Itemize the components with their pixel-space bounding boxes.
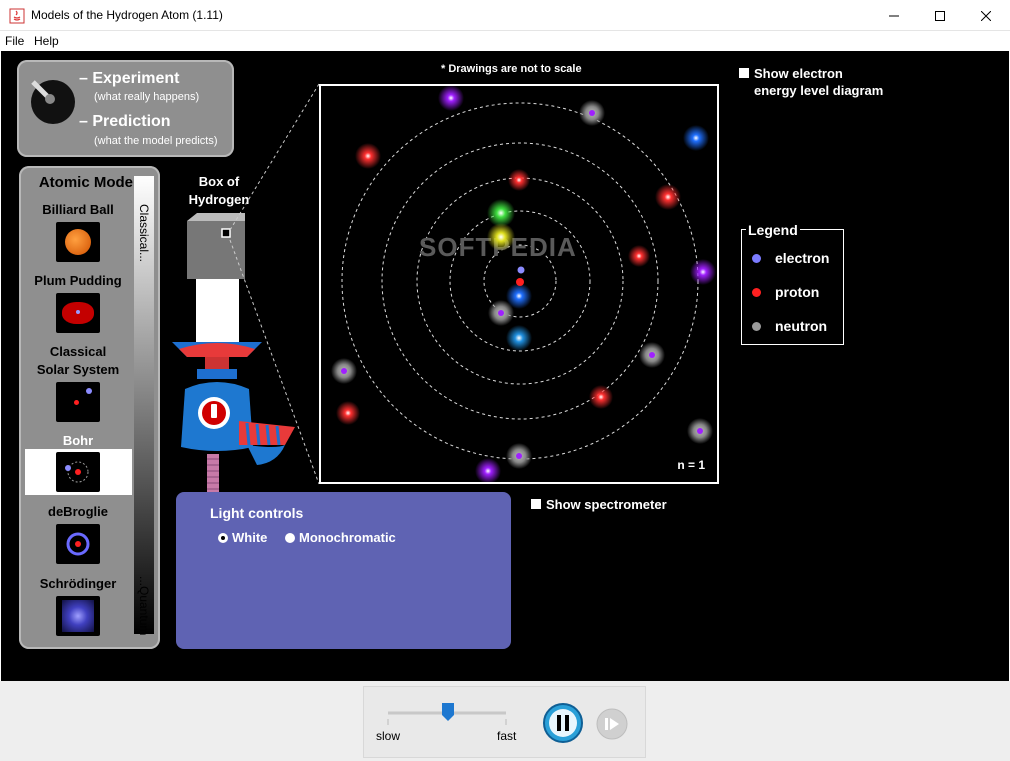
scale-note: * Drawings are not to scale: [441, 63, 582, 75]
speed-slider[interactable]: [382, 699, 512, 729]
minimize-icon: [889, 15, 899, 16]
white-light-radio[interactable]: White: [218, 530, 267, 545]
white-radio-dot[interactable]: [218, 532, 228, 543]
step-button[interactable]: [595, 707, 629, 741]
maximize-icon: [935, 10, 945, 21]
legend-title: Legend: [746, 222, 800, 238]
java-app-icon: [9, 8, 25, 24]
atom-view: SOFTPEDIA: [319, 84, 719, 484]
orbit-level-label: n = 1: [677, 458, 705, 472]
speed-slider-thumb[interactable]: [442, 703, 454, 721]
legend-proton: proton: [752, 284, 819, 300]
spectrometer-checkbox[interactable]: [531, 499, 541, 509]
legend-neutron: neutron: [752, 318, 827, 334]
legend-electron: electron: [752, 250, 829, 266]
close-button[interactable]: [963, 0, 1009, 31]
pause-icon: [557, 715, 561, 731]
energy-diagram-toggle[interactable]: Show electron energy level diagram: [739, 65, 883, 99]
pause-button[interactable]: [542, 702, 584, 744]
light-controls-panel: Light controls White Monochromatic: [176, 492, 511, 649]
spectrometer-toggle[interactable]: Show spectrometer: [531, 496, 667, 513]
proton-swatch-icon: [752, 287, 761, 297]
clock-controls-panel: slow fast: [363, 686, 646, 758]
step-icon: [605, 718, 608, 730]
electron-swatch-icon: [752, 253, 761, 263]
monochromatic-light-radio[interactable]: Monochromatic: [285, 530, 396, 545]
menu-bar: File Help: [0, 31, 1010, 51]
simulation-canvas: – Experiment (what really happens) – Pre…: [1, 51, 1009, 681]
electron: [517, 266, 525, 274]
energy-diagram-checkbox[interactable]: [739, 68, 749, 78]
legend: Legend electron proton neutron: [741, 222, 844, 345]
close-icon: [981, 10, 991, 21]
minimize-button[interactable]: [871, 0, 917, 31]
speed-slow-label: slow: [376, 729, 401, 743]
window-title: Models of the Hydrogen Atom (1.11): [31, 8, 223, 22]
energy-diagram-label: Show electron energy level diagram: [754, 66, 884, 98]
proton: [516, 278, 524, 286]
neutron-swatch-icon: [752, 321, 761, 331]
speed-fast-label: fast: [497, 729, 517, 743]
light-controls-title: Light controls: [210, 505, 304, 521]
title-bar: Models of the Hydrogen Atom (1.11): [0, 0, 1010, 31]
menu-help[interactable]: Help: [34, 34, 59, 48]
menu-file[interactable]: File: [5, 34, 24, 48]
photons: [331, 86, 716, 482]
clock-controls-bar: slow fast: [0, 681, 1010, 761]
spectrometer-label: Show spectrometer: [546, 497, 667, 512]
monochromatic-radio-dot[interactable]: [285, 532, 295, 543]
maximize-button[interactable]: [917, 0, 963, 31]
bohr-atom-diagram: SOFTPEDIA: [331, 86, 716, 482]
